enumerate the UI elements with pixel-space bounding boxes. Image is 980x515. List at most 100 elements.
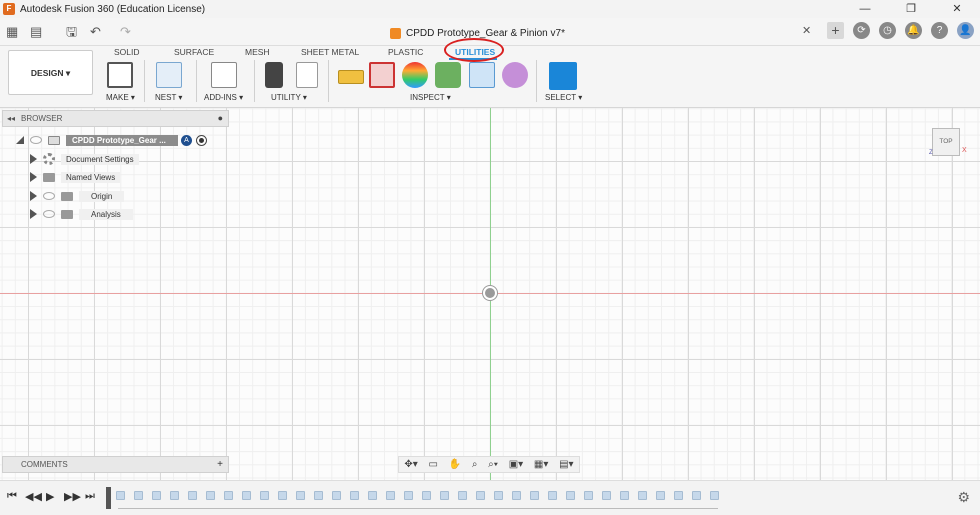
timeline-feature[interactable] [422,491,431,500]
timeline-feature[interactable] [620,491,629,500]
timeline-feature[interactable] [656,491,665,500]
viewports-icon[interactable]: ▤▾ [559,459,573,470]
go-to-start-icon[interactable]: ⏮ [7,490,17,503]
minimize-button[interactable]: — [842,0,888,18]
timeline-feature[interactable] [368,491,377,500]
expand-triangle-icon[interactable] [30,209,37,219]
timeline-feature[interactable] [188,491,197,500]
center-of-mass-icon[interactable] [502,62,528,88]
viewcube[interactable]: TOP [932,128,960,156]
tree-row-document-settings[interactable]: Document Settings [30,152,139,166]
zebra-analysis-icon[interactable] [402,62,428,88]
timeline-feature[interactable] [278,491,287,500]
expand-triangle-icon[interactable] [30,154,37,164]
timeline-feature[interactable] [152,491,161,500]
timeline-marker[interactable] [106,487,111,509]
maximize-button[interactable]: ❐ [888,0,934,18]
timeline-feature[interactable] [296,491,305,500]
undo-icon[interactable]: ↶ [90,24,101,40]
timeline-feature[interactable] [386,491,395,500]
display-settings-icon[interactable]: ▣▾ [509,459,523,470]
add-comment-icon[interactable]: + [217,457,223,472]
visibility-eye-icon[interactable] [30,136,42,144]
close-document-icon[interactable]: ✕ [802,24,811,37]
browser-pin-icon[interactable]: ● [218,113,223,123]
zoom-icon[interactable]: ⌕ [472,459,478,470]
expand-triangle-icon[interactable] [30,172,37,182]
timeline-settings-gear-icon[interactable]: ⚙ [957,489,970,506]
step-back-icon[interactable]: ◀◀ [25,490,42,503]
timeline-feature[interactable] [134,491,143,500]
section-analysis-icon[interactable] [469,62,495,88]
timeline-feature[interactable] [440,491,449,500]
browser-collapse-icon[interactable]: ◂◂ [7,114,15,123]
timeline-feature[interactable] [674,491,683,500]
utility-group-label[interactable]: UTILITY ▾ [271,93,307,102]
tab-surface[interactable]: SURFACE [174,46,214,58]
timeline-feature[interactable] [260,491,269,500]
browser-header[interactable]: ◂◂ BROWSER ● [2,110,229,127]
timeline-feature[interactable] [584,491,593,500]
job-status-icon[interactable]: ◷ [879,22,896,39]
visibility-eye-icon[interactable] [43,210,55,218]
3d-print-icon[interactable] [107,62,133,88]
measure-ruler-icon[interactable] [338,70,364,84]
expand-triangle-icon[interactable] [16,136,24,144]
timeline-feature[interactable] [512,491,521,500]
visibility-eye-icon[interactable] [43,192,55,200]
timeline-feature[interactable] [350,491,359,500]
timeline-feature[interactable] [710,491,719,500]
timeline-feature[interactable] [224,491,233,500]
help-icon[interactable]: ? [931,22,948,39]
expand-triangle-icon[interactable] [30,191,37,201]
parameters-table-icon[interactable] [296,62,318,88]
orbit-icon[interactable]: ✥▾ [404,459,417,470]
nest-group-label[interactable]: NEST ▾ [155,93,182,102]
workspace-design-dropdown[interactable]: DESIGN ▾ [8,50,93,95]
root-component-label[interactable]: CPDD Prototype_Gear ... [66,134,178,146]
notifications-bell-icon[interactable]: 🔔 [905,22,922,39]
activate-radio-icon[interactable] [196,134,207,146]
timeline-feature[interactable] [566,491,575,500]
user-avatar[interactable]: 👤 [957,22,974,39]
redo-icon[interactable]: ↷ [120,24,131,40]
compute-all-traffic-light-icon[interactable] [265,62,283,88]
timeline-feature[interactable] [458,491,467,500]
make-group-label[interactable]: MAKE ▾ [106,93,135,102]
close-window-button[interactable]: ✕ [934,0,980,18]
new-tab-plus-icon[interactable]: + [827,22,844,39]
go-to-end-icon[interactable]: ⏭ [85,490,95,503]
timeline-feature[interactable] [476,491,485,500]
origin-point-icon[interactable] [483,286,497,300]
timeline-feature[interactable] [206,491,215,500]
play-icon[interactable]: ▶ [46,490,54,503]
timeline-feature[interactable] [638,491,647,500]
addins-group-label[interactable]: ADD-INS ▾ [204,93,243,102]
timeline-feature[interactable] [170,491,179,500]
curvature-comb-icon[interactable] [435,62,461,88]
tree-row-analysis[interactable]: Analysis [30,207,133,221]
timeline-feature[interactable] [116,491,125,500]
tab-mesh[interactable]: MESH [245,46,270,58]
grid-snaps-icon[interactable]: ▦▾ [534,459,548,470]
inspect-group-label[interactable]: INSPECT ▾ [410,93,451,102]
timeline-feature[interactable] [314,491,323,500]
fit-zoom-icon[interactable]: ⌕▾ [488,459,498,470]
look-at-icon[interactable]: ▭ [428,459,437,470]
nest-icon[interactable] [156,62,182,88]
timeline-feature[interactable] [530,491,539,500]
step-forward-icon[interactable]: ▶▶ [64,490,81,503]
timeline-feature[interactable] [332,491,341,500]
tab-plastic[interactable]: PLASTIC [388,46,423,58]
tree-row-named-views[interactable]: Named Views [30,170,121,184]
interference-icon[interactable] [369,62,395,88]
scripts-addins-icon[interactable] [211,62,237,88]
timeline-feature[interactable] [404,491,413,500]
tree-row-root[interactable]: CPDD Prototype_Gear ... A [16,133,207,147]
tab-sheet-metal[interactable]: SHEET METAL [301,46,359,58]
timeline-feature[interactable] [602,491,611,500]
save-icon[interactable]: 🖫 [66,24,77,40]
tab-solid[interactable]: SOLID [114,46,140,58]
tree-row-origin[interactable]: Origin [30,189,125,203]
pan-hand-icon[interactable]: ✋ [449,459,461,470]
